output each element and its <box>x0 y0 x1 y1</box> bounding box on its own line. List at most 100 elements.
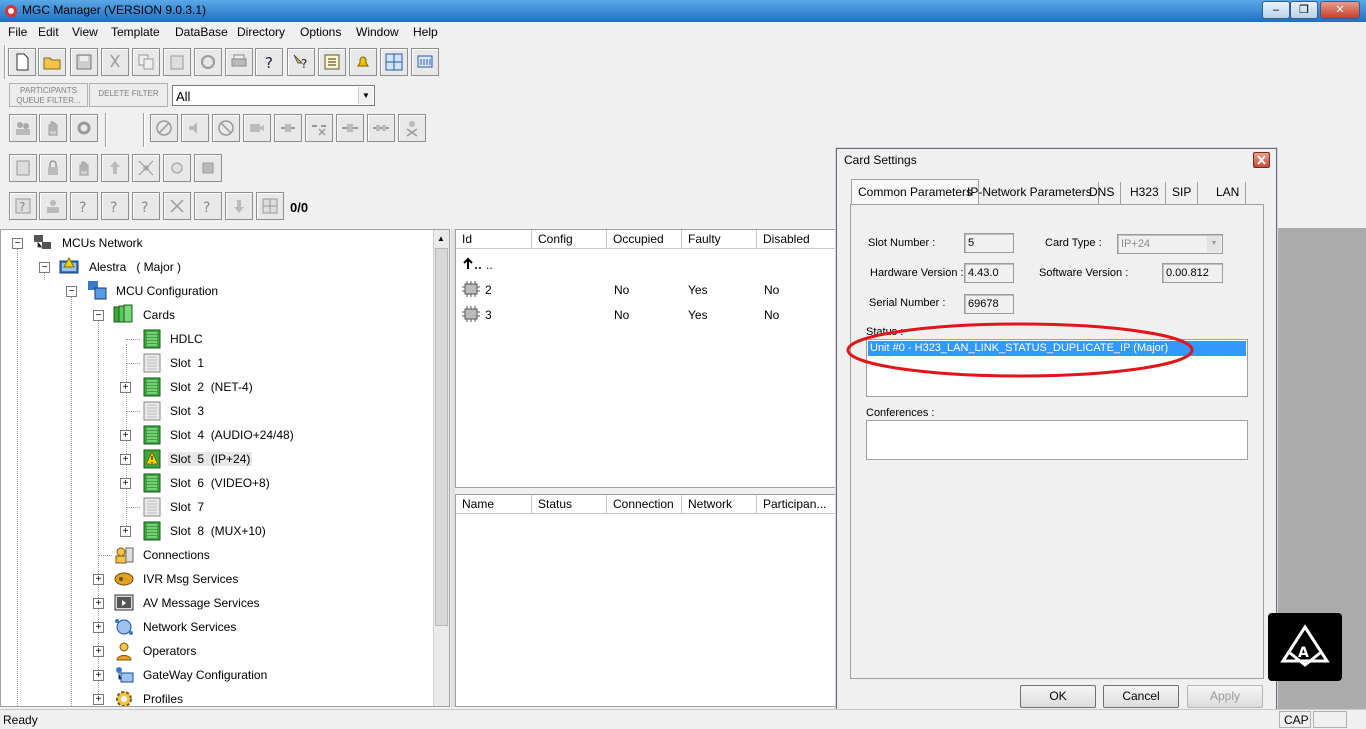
camera-button[interactable] <box>243 114 271 142</box>
menu-window[interactable]: Window <box>356 25 399 39</box>
link-button[interactable] <box>367 114 395 142</box>
properties-button[interactable] <box>318 48 346 76</box>
open-button[interactable] <box>38 48 66 76</box>
save-button[interactable] <box>70 48 98 76</box>
delete-connection-button[interactable] <box>305 114 333 142</box>
expand-toggle[interactable]: + <box>120 454 131 465</box>
expand-toggle[interactable]: + <box>93 670 104 681</box>
tree-card-slot-6[interactable]: + Slot 6 (VIDEO+8) <box>1 472 431 494</box>
close-button[interactable]: ✕ <box>1320 1 1360 19</box>
disconnect-button[interactable] <box>274 114 302 142</box>
menu-file[interactable]: File <box>8 25 27 39</box>
tree-card-hdlc[interactable]: HDLC <box>1 328 431 350</box>
column-header-faulty[interactable]: Faulty <box>682 230 757 249</box>
ok-button[interactable]: OK <box>1020 685 1096 708</box>
expand-toggle[interactable]: + <box>120 478 131 489</box>
conference-properties-button[interactable] <box>9 154 37 182</box>
table-row-up[interactable]: .. <box>461 256 831 276</box>
unit-tool-6-button[interactable] <box>163 192 191 220</box>
tree-gateway-configuration[interactable]: + GateWay Configuration <box>1 664 431 686</box>
refresh-button[interactable] <box>194 48 222 76</box>
tab-common-parameters[interactable]: Common Parameters <box>851 179 980 205</box>
expand-toggle[interactable]: + <box>93 598 104 609</box>
table-row[interactable]: 3 No Yes No <box>461 305 831 325</box>
collapse-toggle[interactable]: − <box>39 262 50 273</box>
menu-directory[interactable]: Directory <box>237 25 285 39</box>
unit-tool-8-button[interactable] <box>225 192 253 220</box>
collapse-toggle[interactable]: − <box>66 286 77 297</box>
column-header-occupied[interactable]: Occupied <box>607 230 682 249</box>
unit-tool-9-button[interactable] <box>256 192 284 220</box>
expand-toggle[interactable]: + <box>120 430 131 441</box>
expand-toggle[interactable]: + <box>93 694 104 705</box>
unit-tool-4-button[interactable]: ? <box>101 192 129 220</box>
tree-card-slot-8[interactable]: + Slot 8 (MUX+10) <box>1 520 431 542</box>
maximize-button[interactable]: ❐ <box>1290 1 1318 19</box>
print-button[interactable] <box>225 48 253 76</box>
tree-scrollbar[interactable]: ▲ <box>433 230 449 706</box>
raise-hand-button[interactable] <box>70 154 98 182</box>
cut-button[interactable] <box>101 48 129 76</box>
participants-queue-filter-button[interactable]: PARTICIPANTS QUEUE FILTER... <box>9 83 88 107</box>
column-header-name[interactable]: Name <box>456 495 532 514</box>
network-map-button[interactable] <box>132 154 160 182</box>
expand-toggle[interactable]: + <box>93 574 104 585</box>
unit-tool-5-button[interactable]: ? <box>132 192 160 220</box>
column-header-disabled[interactable]: Disabled <box>757 230 836 249</box>
record-button[interactable] <box>163 154 191 182</box>
chevron-down-icon[interactable]: ▼ <box>358 87 373 104</box>
tree-card-slot-1[interactable]: Slot 1 <box>1 352 431 374</box>
participant-1-button[interactable] <box>9 114 37 142</box>
expand-toggle[interactable]: + <box>120 526 131 537</box>
tab-dns[interactable]: DNS <box>1083 182 1122 204</box>
menu-template[interactable]: Template <box>111 25 160 39</box>
tab-sip[interactable]: SIP <box>1166 182 1199 204</box>
copy-button[interactable] <box>132 48 160 76</box>
cancel-button[interactable]: Cancel <box>1103 685 1179 708</box>
paste-button[interactable] <box>163 48 191 76</box>
column-header-network[interactable]: Network <box>682 495 757 514</box>
tree-ivr-msg-services[interactable]: + IVR Msg Services <box>1 568 431 590</box>
tree-card-slot-2[interactable]: + Slot 2 (NET-4) <box>1 376 431 398</box>
tree-mcu[interactable]: − Alestra ( Major ) <box>1 256 431 278</box>
expand-toggle[interactable]: + <box>93 622 104 633</box>
tree-operators[interactable]: + Operators <box>1 640 431 662</box>
menu-edit[interactable]: Edit <box>38 25 59 39</box>
unit-tool-7-button[interactable]: ? <box>194 192 222 220</box>
hand-button[interactable] <box>39 114 67 142</box>
tree-profiles[interactable]: + Profiles <box>1 688 431 706</box>
tab-h323[interactable]: H323 <box>1124 182 1166 204</box>
filter-combo[interactable]: All ▼ <box>172 85 375 106</box>
tree-mcu-configuration[interactable]: − MCU Configuration <box>1 280 431 302</box>
conferences-list[interactable] <box>866 420 1248 460</box>
help-button[interactable]: ? <box>255 48 283 76</box>
column-header-status[interactable]: Status <box>532 495 607 514</box>
apply-button[interactable]: Apply <box>1187 685 1263 708</box>
tree-card-slot-7[interactable]: Slot 7 <box>1 496 431 518</box>
tree-card-slot-3[interactable]: Slot 3 <box>1 400 431 422</box>
connect-button[interactable] <box>336 114 364 142</box>
minimize-button[interactable]: – <box>1262 1 1290 19</box>
column-header-participants[interactable]: Participan... <box>757 495 836 514</box>
tab-lan[interactable]: LAN <box>1210 182 1247 204</box>
delete-filter-button[interactable]: DELETE FILTER <box>89 83 168 107</box>
collapse-toggle[interactable]: − <box>93 310 104 321</box>
block-video-button[interactable] <box>212 114 240 142</box>
tab-ip-network-parameters[interactable]: IP-Network Parameters <box>961 182 1099 204</box>
tree-connections[interactable]: Connections <box>1 544 431 566</box>
expand-toggle[interactable]: + <box>120 382 131 393</box>
network-view-button[interactable] <box>411 48 439 76</box>
unit-tool-3-button[interactable]: ? <box>70 192 98 220</box>
tree-card-slot-4[interactable]: + Slot 4 (AUDIO+24/48) <box>1 424 431 446</box>
dialog-close-button[interactable] <box>1253 152 1270 168</box>
new-button[interactable] <box>8 48 36 76</box>
tree-network-services[interactable]: + Network Services <box>1 616 431 638</box>
alarm-button[interactable] <box>349 48 377 76</box>
participant-settings-button[interactable] <box>70 114 98 142</box>
participant-delete-button[interactable] <box>398 114 426 142</box>
menu-options[interactable]: Options <box>300 25 341 39</box>
mute-button[interactable] <box>150 114 178 142</box>
unit-tool-2-button[interactable] <box>39 192 67 220</box>
tree-av-message-services[interactable]: + AV Message Services <box>1 592 431 614</box>
scroll-thumb[interactable] <box>435 248 448 626</box>
